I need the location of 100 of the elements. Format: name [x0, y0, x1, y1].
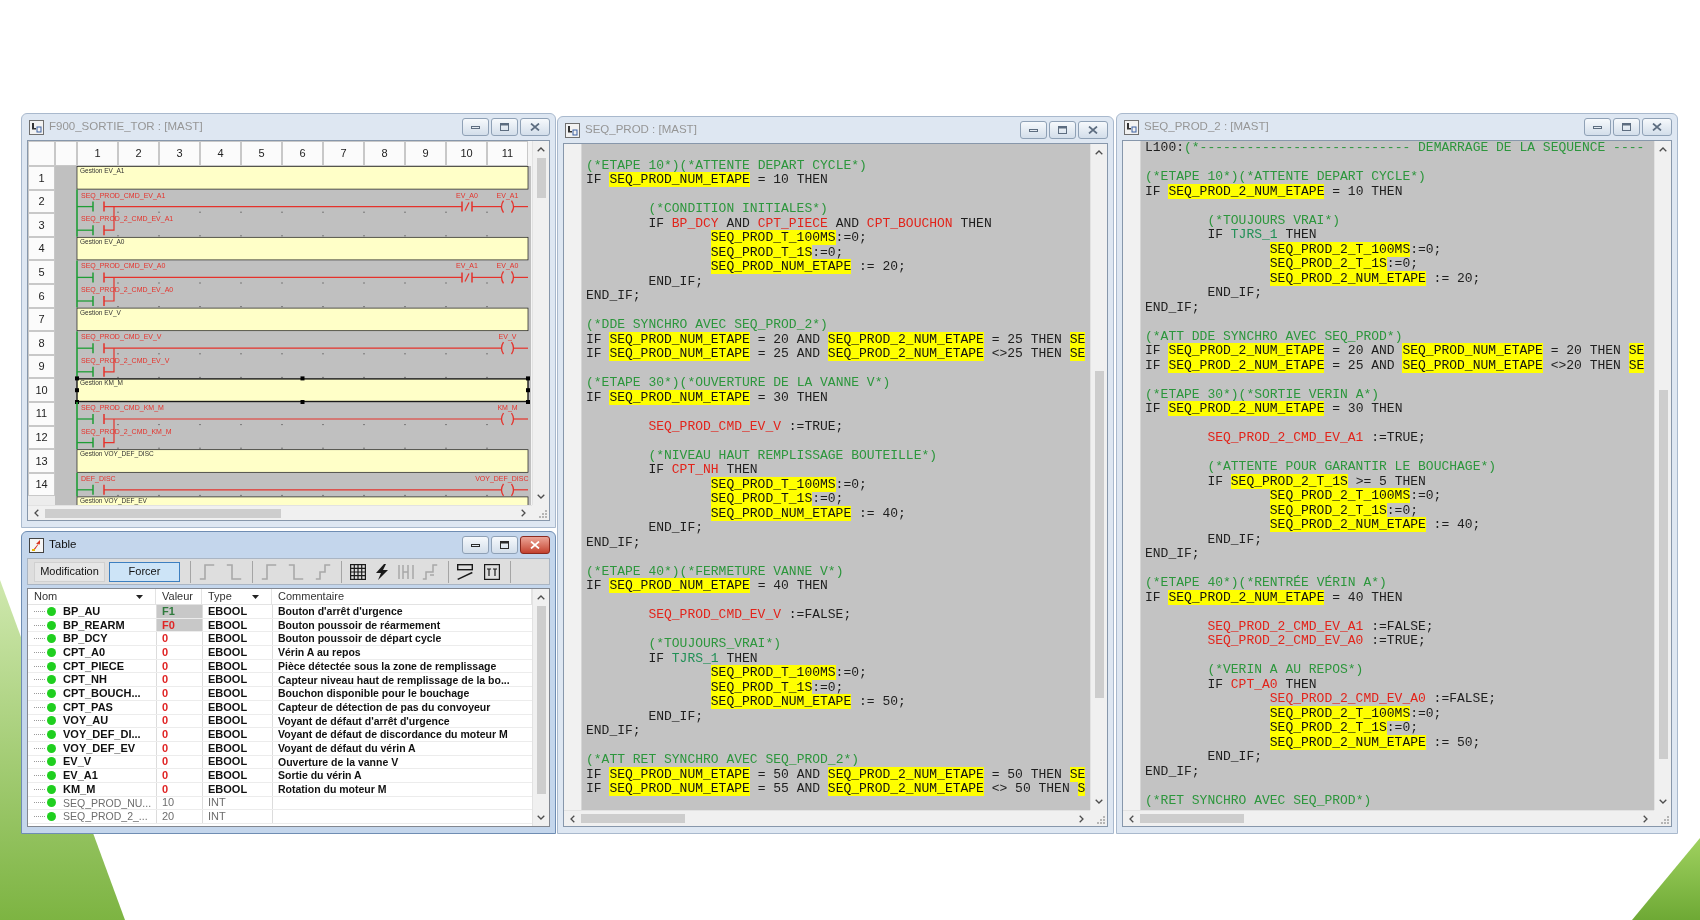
rung-wire: [76, 300, 94, 302]
chevron-down-icon[interactable]: [1659, 799, 1667, 804]
mode-button[interactable]: Forcer: [109, 561, 180, 582]
close-button[interactable]: [1642, 118, 1672, 136]
chevron-down-icon[interactable]: [537, 815, 545, 820]
slashed-contact-symbol: [461, 271, 473, 284]
chevron-left-icon[interactable]: [34, 509, 39, 517]
chevron-up-icon[interactable]: [1095, 150, 1103, 155]
chevron-down-icon[interactable]: [537, 494, 545, 499]
tree-connector: [34, 624, 45, 626]
code-line: SEQ_PROD_2_T_100MS:=0;: [1269, 489, 1442, 504]
variable-value: 20: [156, 810, 202, 823]
row-number: 13: [28, 449, 55, 473]
grid-icon[interactable]: [350, 563, 366, 580]
selection-handle[interactable]: [526, 376, 530, 381]
horizontal-scrollbar[interactable]: [28, 505, 532, 520]
selection-handle[interactable]: [526, 388, 530, 393]
code-line: IF SEQ_PROD_NUM_ETAPE = 25 AND SEQ_PROD_2_NUM_ETAPE <>25 THEN SE: [586, 347, 1086, 362]
vertical-scrollbar[interactable]: [1654, 141, 1671, 810]
selection-handle[interactable]: [75, 388, 79, 393]
document-icon[interactable]: [484, 563, 500, 580]
code-line: (*ETAPE 10*)(*ATTENTE DEPART CYCLE*): [1145, 170, 1426, 185]
scrollbar-thumb[interactable]: [45, 508, 281, 518]
contact-symbol: [92, 200, 105, 213]
close-button[interactable]: [520, 536, 550, 554]
status-dot-icon: [47, 661, 56, 671]
variable-value: 10: [156, 796, 202, 810]
chevron-up-icon[interactable]: [537, 147, 545, 152]
selection-handle[interactable]: [300, 376, 305, 381]
scrollbar-thumb[interactable]: [1658, 390, 1668, 759]
vertical-scrollbar[interactable]: [1090, 144, 1107, 810]
code-line: SEQ_PROD_2_CMD_EV_A0 :=TRUE;: [1207, 634, 1426, 649]
status-dot-icon: [47, 634, 56, 644]
chevron-down-icon[interactable]: [1095, 799, 1103, 804]
variable-value: 0: [156, 673, 202, 687]
close-icon: [1652, 123, 1662, 131]
contact-symbol: [92, 436, 105, 449]
variable-type: EBOOL: [208, 605, 248, 617]
code-line: (*ATTENTE POUR GARANTIR LE BOUCHAGE*): [1207, 460, 1497, 475]
row-number: 1: [28, 166, 55, 190]
resize-grip-icon[interactable]: [1661, 816, 1669, 824]
variable-comment: Pièce détectée sous la zone de remplissage: [278, 660, 497, 672]
code-line: IF TJRS_1 THEN: [648, 651, 758, 666]
tree-connector: [34, 761, 45, 763]
code-line: IF SEQ_PROD_2_NUM_ETAPE = 25 AND SEQ_PROD_NUM_ETAPE <>20 THEN SE: [1145, 358, 1645, 373]
chevron-right-icon[interactable]: [1643, 814, 1648, 823]
chevron-left-icon[interactable]: [570, 814, 575, 823]
code-line: END_IF;: [1207, 286, 1262, 301]
maximize-button[interactable]: [491, 536, 518, 554]
vertical-scrollbar[interactable]: [532, 141, 549, 505]
code-line: SEQ_PROD_T_100MS:=0;: [710, 231, 867, 246]
status-dot-icon: [47, 702, 56, 712]
chevron-up-icon[interactable]: [537, 595, 545, 600]
code-line: IF SEQ_PROD_2_NUM_ETAPE = 40 THEN: [1145, 590, 1403, 605]
scrollbar-thumb[interactable]: [1140, 814, 1244, 823]
resize-grip-icon[interactable]: [539, 510, 547, 518]
row-number: 11: [28, 401, 55, 426]
caret-down-icon[interactable]: [252, 594, 259, 599]
horizontal-scrollbar[interactable]: [564, 810, 1090, 826]
rung-wire: [76, 489, 94, 491]
code-line: (*TOUJOURS_VRAI*): [648, 637, 781, 652]
status-dot-icon: [47, 771, 56, 781]
close-button[interactable]: [520, 118, 550, 136]
code-line: (*ATT DDE SYNCHRO AVEC SEQ_PROD*): [1145, 329, 1403, 344]
chevron-left-icon[interactable]: [1129, 814, 1134, 823]
variable-type: EBOOL: [208, 770, 248, 782]
variable-name: BP_REARM: [63, 619, 125, 631]
vertical-scrollbar[interactable]: [532, 589, 549, 826]
mode-button[interactable]: Modification: [34, 561, 105, 582]
rung-wire: [76, 205, 94, 208]
variable-value: 0: [156, 782, 202, 796]
code-line: SEQ_PROD_2_CMD_EV_A0 :=FALSE;: [1269, 692, 1497, 707]
lightning-icon[interactable]: [374, 563, 390, 580]
variable-name: VOY_AU: [63, 715, 109, 727]
scrollbar-thumb[interactable]: [581, 814, 685, 823]
selection-handle[interactable]: [526, 400, 530, 404]
tree-connector: [34, 720, 45, 722]
pencil-line-icon[interactable]: [457, 563, 473, 580]
resize-grip-icon[interactable]: [1097, 816, 1105, 824]
chevron-right-icon[interactable]: [1079, 814, 1084, 823]
variable-value: 0: [156, 755, 202, 769]
variable-value: 0: [156, 714, 202, 728]
selection-handle[interactable]: [300, 400, 305, 404]
code-line: (*NIVEAU HAUT REMPLISSAGE BOUTEILLE*): [648, 448, 938, 463]
code-line: (*ETAPE 40*)(*FERMETURE VANNE V*): [586, 564, 844, 579]
status-dot-icon: [47, 620, 56, 630]
minimize-button[interactable]: [462, 536, 489, 554]
horizontal-scrollbar[interactable]: [1123, 810, 1654, 826]
scrollbar-thumb[interactable]: [536, 158, 546, 198]
caret-down-icon[interactable]: [136, 594, 143, 599]
scrollbar-thumb[interactable]: [1094, 371, 1104, 698]
close-button[interactable]: [1078, 121, 1108, 139]
chevron-right-icon[interactable]: [521, 509, 526, 517]
variable-type: EBOOL: [208, 633, 248, 645]
selection-handle[interactable]: [75, 376, 79, 381]
selection-handle[interactable]: [75, 400, 79, 404]
column-number: 8: [364, 141, 405, 166]
program-icon: [565, 122, 580, 138]
chevron-up-icon[interactable]: [1659, 147, 1667, 152]
scrollbar-thumb[interactable]: [536, 606, 546, 794]
